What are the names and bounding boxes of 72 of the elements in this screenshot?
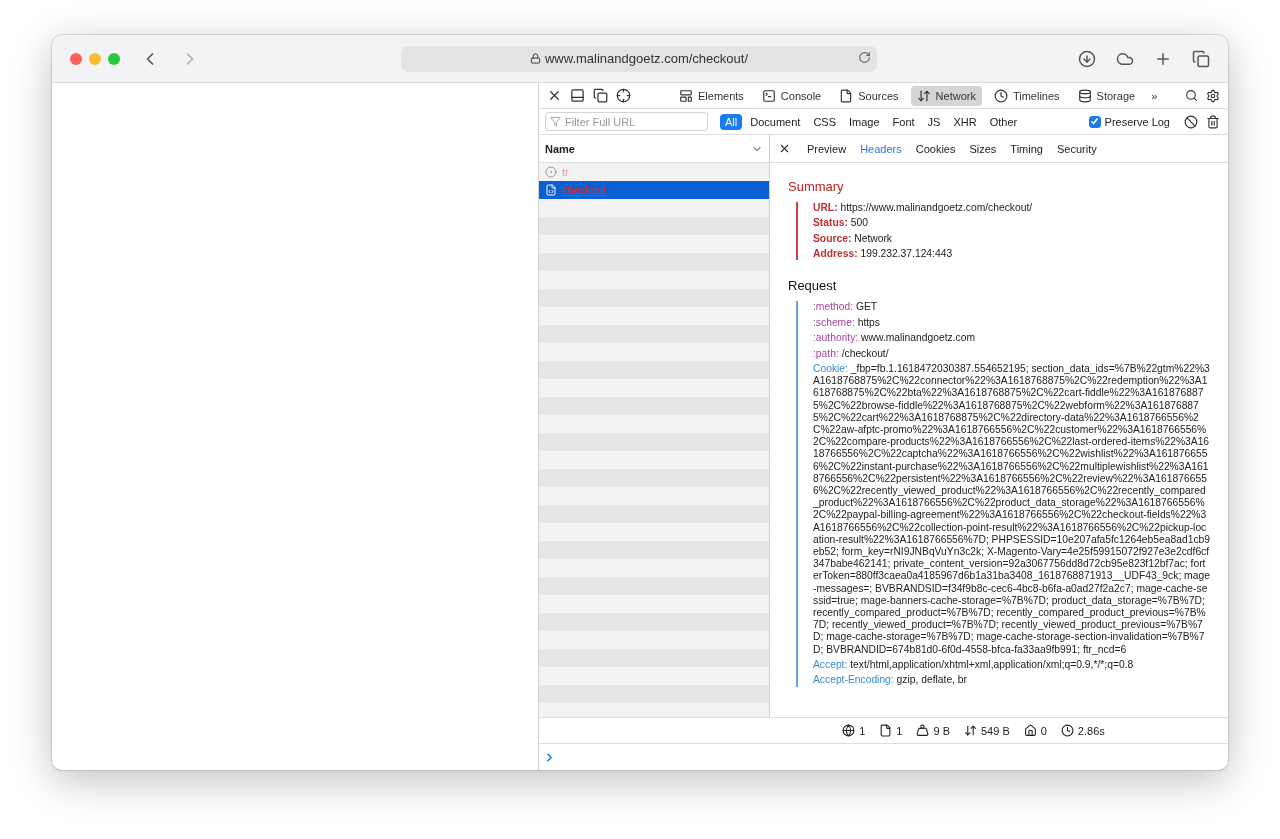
detail-tab[interactable]: Timing — [1010, 142, 1043, 155]
status-item: 1 — [842, 724, 866, 737]
reload-icon[interactable] — [858, 50, 871, 64]
status-item: 549 B — [964, 724, 1010, 737]
layout-icon — [679, 88, 693, 103]
file-icon — [839, 88, 854, 103]
type-filter-button[interactable]: JS — [922, 113, 946, 130]
type-filter-button[interactable]: Image — [844, 113, 885, 130]
header-row-text: :method: GET — [813, 301, 879, 314]
status-item: 0 — [1023, 724, 1047, 737]
address-field[interactable]: www.malinandgoetz.com/checkout/ — [401, 45, 877, 72]
preserve-log-label: Preserve Log — [1104, 115, 1170, 128]
section-title: Request — [788, 278, 838, 294]
type-filter-button[interactable]: XHR — [948, 113, 982, 130]
detail-tab[interactable]: Sizes — [969, 142, 997, 155]
detail-tab[interactable]: Cookies — [915, 142, 956, 155]
close-button[interactable] — [70, 52, 82, 65]
header-row-text: Status: 500 — [813, 217, 869, 230]
beacon-icon — [545, 166, 557, 178]
status-item: 9 B — [916, 724, 950, 737]
type-filter-button[interactable]: Other — [984, 113, 1023, 130]
more-tabs-button[interactable]: » — [1145, 85, 1164, 106]
header-row: Cookie: _fbp=fb.1.1618472030387.554652195; section_data_ids=%7B%22gtm%22%3A1618768875%2C%22connector%22%3A1618768875%2C%22redemption%22%3A1618768875%2C%22bta%22%3A1618768875%2C%22cart-fiddle%22%3A1618768875%2C%22browse-fiddle%22%3A1618768875%2C%22webform%22%3A1618768875%2C%22cart%22%3A1618768875%2C%22directory-data%22%3A1618766556%2C%22aw-afptc-promo%22%3A1618766556%2C%22customer%22%3A1618766556%2C%22compare-products%22%3A1618766556%2C%22last-ordered-items%22%3A1618766556%2C%22captcha%22%3A1618766556%2C%22wishlist%22%3A1618766556%2C%22instant-purchase%22%3A1618766556%2C%22multiplewishlist%22%3A1618766556%2C%22persistent%22%3A1618766556%2C%22review%22%3A1618766556%2C%22recently_viewed_product%22%3A1618766556%2C%22recently_compared_product%22%3A1618766556%2C%22product_data_storage%22%3A1618766556%2C%22paypal-billing-agreement%22%3A1618766556%2C%22checkout-fields%22%3A1618766556%2C%22collection-point-result%22%3A1618766556%2C%22pickup-location-result%22%3A1618766556%7D; PHPSESSID=10e207afa5fc1264eb5ea8ad1cb9eb52; form_key=rNI9JNBqVuYn3c2k; X-Magento-Vary=4e25f59915072f927e3e2cdf6cf347babe462141; private_content_version=92a3067756dd8d72cb95e823f12bf7ac; forterToken=880ff3caea0a4185967d6b1a31ba3408_1618768871913__UDF43_9ck; mage-messages=; BVBRANDSID=f34f9b8c-cec6-4bc8-b6fa-a0ad27f2a2c7; mage-cache-sessid=true; mage-banners-cache-storage=%7B%7D; product_data_storage=%7B%7D; recently_compared_product=%7B%7D; recently_compared_product_previous=%7B%7D; recently_viewed_product=%7B%7D; recently_viewed_product_previous=%7B%7D; mage-cache-storage=%7B%7D; mage-cache-storage-section-invalidation=%7B%7D; BVBRANDID=674b81d0-6f0d-4558-bfca-fa33aa9fb991; ftr_ncd=6 — [813, 362, 1210, 656]
arrows-icon — [964, 724, 977, 737]
devtools-tab[interactable]: Network — [910, 85, 982, 106]
status-item: 2.86s — [1060, 724, 1105, 737]
header-row-text: :path: /checkout/ — [813, 347, 890, 360]
header-row-text: Source: Network — [813, 232, 893, 245]
file-icon — [879, 724, 893, 737]
clock-icon — [993, 88, 1008, 103]
header-row-text: Accept-Encoding: gzip, deflate, br — [813, 674, 968, 687]
detail-tab[interactable]: Headers — [860, 142, 902, 155]
type-filter-button[interactable]: Font — [887, 113, 920, 130]
detail-tab[interactable]: Security — [1056, 142, 1097, 155]
settings-icon[interactable] — [1204, 88, 1222, 103]
arrows-icon — [916, 88, 931, 103]
type-filter-button[interactable]: CSS — [808, 113, 841, 130]
dock-bottom-icon[interactable] — [568, 88, 587, 103]
type-filter-button[interactable]: All — [720, 113, 743, 130]
terminal-icon — [761, 88, 776, 103]
database-icon — [1077, 88, 1092, 103]
trash-icon[interactable] — [1204, 114, 1222, 129]
filter-field[interactable]: Filter Full URL — [545, 112, 708, 131]
devtools-tab[interactable]: Storage — [1071, 85, 1142, 106]
crosshair-icon[interactable] — [614, 88, 633, 103]
header-row-text: Address: 199.232.37.124:443 — [813, 248, 954, 261]
house-icon — [1023, 724, 1037, 737]
clear-icon[interactable] — [1182, 114, 1200, 129]
detail-tab[interactable]: Preview — [807, 142, 847, 155]
name-column-header: Name — [545, 142, 575, 155]
lock-icon — [529, 53, 541, 64]
header-row-text: :scheme: https — [813, 316, 881, 329]
type-filter-button[interactable]: Document — [745, 113, 806, 130]
filter-icon — [550, 116, 561, 127]
header-row-text: URL: https://www.malinandgoetz.com/checkout/ — [813, 202, 1034, 215]
header-row-text: :authority: www.malinandgoetz.com — [813, 332, 976, 345]
tabs-overview-icon[interactable] — [1192, 49, 1210, 68]
devtools-tab[interactable]: Elements — [673, 85, 750, 106]
devtools-tab[interactable]: Console — [755, 85, 828, 106]
preserve-log-checkbox[interactable] — [1088, 115, 1101, 128]
weight-icon — [916, 724, 930, 737]
header-row-text: Accept: text/html,application/xhtml+xml,application/xml;q=0.9,*/*;q=0.8 — [813, 659, 1135, 672]
globe-icon — [842, 724, 856, 737]
detach-icon[interactable] — [591, 88, 610, 103]
status-item: 1 — [879, 724, 903, 737]
devtools-tab[interactable]: Timelines — [987, 85, 1066, 106]
clock-icon — [1060, 724, 1074, 737]
download-icon[interactable] — [1078, 49, 1096, 68]
document-icon — [545, 184, 557, 196]
section-title: Summary — [788, 179, 845, 194]
devtools-tab[interactable]: Sources — [833, 85, 905, 106]
search-icon[interactable] — [1183, 89, 1200, 102]
